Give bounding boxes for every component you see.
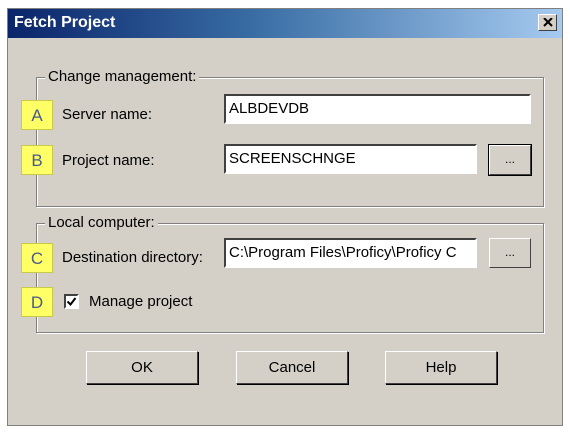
change-management-label: Change management: (45, 68, 200, 85)
project-name-input[interactable]: SCREENSCHNGE (224, 144, 477, 174)
destination-directory-input[interactable]: C:\Program Files\Proficy\Proficy C (224, 238, 477, 268)
badge-d: D (21, 287, 53, 317)
ok-button[interactable]: OK (86, 351, 198, 384)
server-name-input[interactable]: ALBDEVDB (224, 94, 531, 124)
close-icon (543, 18, 553, 27)
close-button[interactable] (538, 14, 557, 31)
badge-b: B (21, 145, 53, 175)
manage-project-checkbox[interactable] (64, 294, 79, 309)
project-browse-button[interactable]: ... (488, 144, 532, 176)
local-computer-label: Local computer: (45, 214, 158, 231)
help-button[interactable]: Help (385, 351, 497, 384)
destination-directory-label: Destination directory: (62, 249, 203, 266)
manage-project-label: Manage project (89, 293, 193, 310)
checkmark-icon (66, 297, 77, 307)
destination-browse-button[interactable]: ... (489, 238, 531, 268)
fetch-project-dialog: Fetch Project Change management: A Serve… (7, 8, 563, 426)
title-bar[interactable]: Fetch Project (8, 9, 562, 38)
project-name-label: Project name: (62, 152, 155, 169)
badge-c: C (21, 243, 53, 273)
server-name-label: Server name: (62, 106, 153, 123)
cancel-button[interactable]: Cancel (236, 351, 348, 384)
badge-a: A (21, 100, 53, 130)
window-title: Fetch Project (14, 14, 116, 31)
